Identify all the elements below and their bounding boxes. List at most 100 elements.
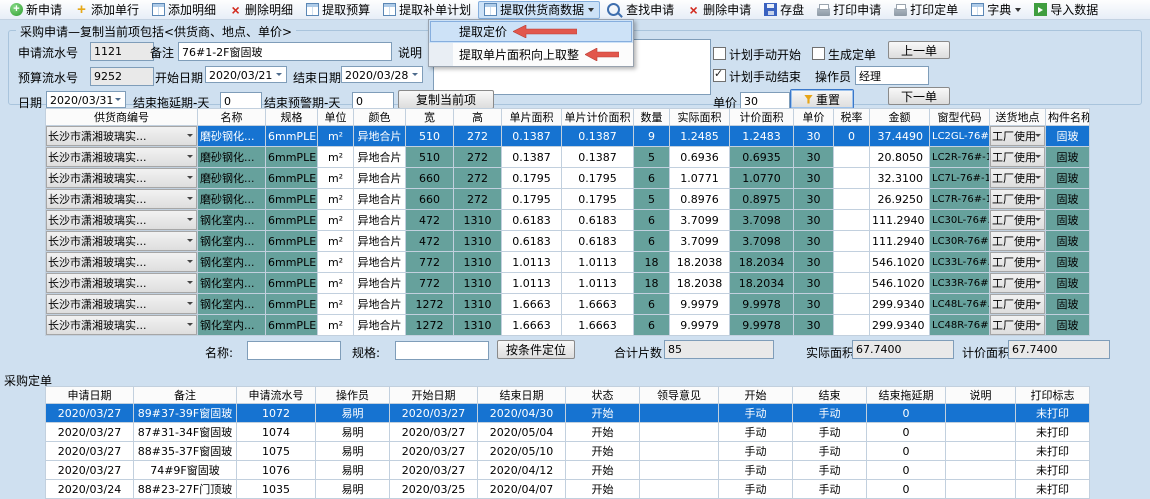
column-header[interactable]: 单片面积 xyxy=(502,109,562,126)
menu-item[interactable]: 提取定价 xyxy=(429,20,633,43)
column-header[interactable]: 结束日期 xyxy=(478,387,566,404)
supplier-combo-cell[interactable]: 长沙市潇湘玻璃实... xyxy=(46,252,198,273)
supplier-combo-cell[interactable]: 长沙市潇湘玻璃实... xyxy=(46,210,198,231)
column-header[interactable]: 开始日期 xyxy=(390,387,478,404)
filter-name-field[interactable] xyxy=(247,341,341,360)
column-header[interactable]: 规格 xyxy=(266,109,318,126)
column-header[interactable]: 状态 xyxy=(566,387,640,404)
supplier-combo-cell[interactable]: 长沙市潇湘玻璃实... xyxy=(46,294,198,315)
toolbar-button-search[interactable]: 查找申请 xyxy=(601,1,680,19)
toolbar-button-add-detail[interactable]: 添加明细 xyxy=(146,1,222,19)
column-header[interactable]: 操作员 xyxy=(316,387,390,404)
toolbar-button-new-request[interactable]: 新申请 xyxy=(4,1,68,19)
table-row[interactable]: 2020/03/2774#9F窗固玻1076易明2020/03/272020/0… xyxy=(46,461,1090,480)
supplier-combo-cell[interactable]: 长沙市潇湘玻璃实... xyxy=(46,315,198,336)
column-header[interactable]: 窗型代码 xyxy=(930,109,990,126)
column-header[interactable]: 备注 xyxy=(134,387,237,404)
column-header[interactable]: 构件名称 xyxy=(1046,109,1090,126)
table-row[interactable]: 长沙市潇湘玻璃实...磨砂钢化...6mmPLE...m²异地合片5102720… xyxy=(46,126,1090,147)
column-header[interactable]: 供货商编号 xyxy=(46,109,198,126)
toolbar-button-dictionary[interactable]: 字典 xyxy=(965,1,1027,19)
supplier-combo-cell[interactable]: 长沙市潇湘玻璃实... xyxy=(46,189,198,210)
column-header[interactable]: 单价 xyxy=(794,109,834,126)
delivery-combo-cell[interactable]: 工厂使用 xyxy=(990,168,1046,189)
toolbar-button-import-data[interactable]: 导入数据 xyxy=(1028,1,1104,19)
generate-order-checkbox[interactable] xyxy=(812,47,825,60)
delivery-combo-cell[interactable]: 工厂使用 xyxy=(990,252,1046,273)
column-header[interactable]: 打印标志 xyxy=(1016,387,1090,404)
column-header[interactable]: 结束 xyxy=(793,387,867,404)
menu-item[interactable]: 提取单片面积向上取整 xyxy=(429,43,633,66)
column-header[interactable]: 金额 xyxy=(870,109,930,126)
delivery-combo-cell[interactable]: 工厂使用 xyxy=(990,273,1046,294)
column-header[interactable]: 宽 xyxy=(406,109,454,126)
column-header[interactable]: 数量 xyxy=(634,109,670,126)
supplier-combo-cell[interactable]: 长沙市潇湘玻璃实... xyxy=(46,231,198,252)
delivery-combo-cell[interactable]: 工厂使用 xyxy=(990,210,1046,231)
reset-button[interactable]: 重置 xyxy=(790,89,854,109)
table-row[interactable]: 长沙市潇湘玻璃实...磨砂钢化...6mmPLE...m²异地合片6602720… xyxy=(46,168,1090,189)
column-header[interactable]: 税率 xyxy=(834,109,870,126)
date-combo[interactable]: 2020/03/31 xyxy=(46,91,126,108)
toolbar-button-delete-detail[interactable]: 删除明细 xyxy=(223,1,299,19)
next-order-button[interactable]: 下一单 xyxy=(888,87,950,105)
toolbar-button-add-row[interactable]: 添加单行 xyxy=(69,1,145,19)
remark-field[interactable] xyxy=(178,42,392,61)
table-row[interactable]: 长沙市潇湘玻璃实...钢化室内...6mmPLE...m²异地合片4721310… xyxy=(46,231,1090,252)
budget-no-field[interactable] xyxy=(90,67,154,86)
delivery-combo-cell[interactable]: 工厂使用 xyxy=(990,189,1046,210)
table-row[interactable]: 长沙市潇湘玻璃实...磨砂钢化...6mmPLE...m²异地合片5102720… xyxy=(46,147,1090,168)
column-header[interactable]: 单位 xyxy=(318,109,354,126)
toolbar-button-extract-supplier-data[interactable]: 提取供货商数据 xyxy=(478,1,600,19)
column-header[interactable]: 名称 xyxy=(198,109,266,126)
supplier-combo-cell[interactable]: 长沙市潇湘玻璃实... xyxy=(46,147,198,168)
table-row[interactable]: 长沙市潇湘玻璃实...磨砂钢化...6mmPLE...m²异地合片6602720… xyxy=(46,189,1090,210)
column-header[interactable]: 单片计价面积 xyxy=(562,109,634,126)
table-row[interactable]: 2020/03/2788#35-37F窗固玻1075易明2020/03/2720… xyxy=(46,442,1090,461)
column-header[interactable]: 领导意见 xyxy=(640,387,719,404)
toolbar-button-extract-budget[interactable]: 提取预算 xyxy=(300,1,376,19)
table-row[interactable]: 长沙市潇湘玻璃实...钢化室内...6mmPLE...m²异地合片7721310… xyxy=(46,273,1090,294)
table-row[interactable]: 长沙市潇湘玻璃实...钢化室内...6mmPLE...m²异地合片4721310… xyxy=(46,210,1090,231)
locate-by-condition-button[interactable]: 按条件定位 xyxy=(497,340,575,359)
delivery-combo-cell[interactable]: 工厂使用 xyxy=(990,147,1046,168)
toolbar-button-print-order[interactable]: 打印定单 xyxy=(888,1,964,19)
table-row[interactable]: 2020/03/2789#37-39F窗固玻1072易明2020/03/2720… xyxy=(46,404,1090,423)
table-row[interactable]: 长沙市潇湘玻璃实...钢化室内...6mmPLE...m²异地合片7721310… xyxy=(46,252,1090,273)
filter-spec-field[interactable] xyxy=(395,341,489,360)
request-no-field[interactable] xyxy=(90,42,154,61)
supplier-combo-cell[interactable]: 长沙市潇湘玻璃实... xyxy=(46,168,198,189)
delivery-combo-cell[interactable]: 工厂使用 xyxy=(990,294,1046,315)
manual-start-checkbox[interactable] xyxy=(713,47,726,60)
column-header[interactable]: 实际面积 xyxy=(670,109,730,126)
operator-field[interactable] xyxy=(855,66,929,85)
column-header[interactable]: 开始 xyxy=(719,387,793,404)
column-header[interactable]: 计价面积 xyxy=(730,109,794,126)
column-header[interactable]: 结束拖延期 xyxy=(867,387,946,404)
table-row[interactable]: 长沙市潇湘玻璃实...钢化室内...6mmPLE...m²异地合片1272131… xyxy=(46,315,1090,336)
toolbar-button-delete-request[interactable]: 删除申请 xyxy=(681,1,757,19)
column-header[interactable]: 高 xyxy=(454,109,502,126)
supplier-combo-cell[interactable]: 长沙市潇湘玻璃实... xyxy=(46,273,198,294)
column-header[interactable]: 颜色 xyxy=(354,109,406,126)
table-cell: 6mmPLE... xyxy=(266,168,318,189)
column-header[interactable]: 申请日期 xyxy=(46,387,134,404)
delivery-combo-cell[interactable]: 工厂使用 xyxy=(990,231,1046,252)
previous-order-button[interactable]: 上一单 xyxy=(888,41,950,59)
column-header[interactable]: 说明 xyxy=(946,387,1016,404)
start-date-combo[interactable]: 2020/03/21 xyxy=(205,66,287,83)
manual-end-checkbox[interactable] xyxy=(713,69,726,82)
delivery-combo-cell[interactable]: 工厂使用 xyxy=(990,315,1046,336)
column-header[interactable]: 申请流水号 xyxy=(237,387,316,404)
end-date-combo[interactable]: 2020/03/28 xyxy=(341,66,423,83)
toolbar-button-print-request[interactable]: 打印申请 xyxy=(811,1,887,19)
table-row[interactable]: 长沙市潇湘玻璃实...钢化室内...6mmPLE...m²异地合片1272131… xyxy=(46,294,1090,315)
toolbar-button-extract-supplement-plan[interactable]: 提取补单计划 xyxy=(377,1,477,19)
supplier-combo-cell[interactable]: 长沙市潇湘玻璃实... xyxy=(46,126,198,147)
copy-current-item-button[interactable]: 复制当前项 xyxy=(398,90,494,109)
table-cell: 6 xyxy=(634,231,670,252)
delivery-combo-cell[interactable]: 工厂使用 xyxy=(990,126,1046,147)
toolbar-button-save[interactable]: 存盘 xyxy=(758,1,810,19)
column-header[interactable]: 送货地点 xyxy=(990,109,1046,126)
table-row[interactable]: 2020/03/2787#31-34F窗固玻1074易明2020/03/2720… xyxy=(46,423,1090,442)
